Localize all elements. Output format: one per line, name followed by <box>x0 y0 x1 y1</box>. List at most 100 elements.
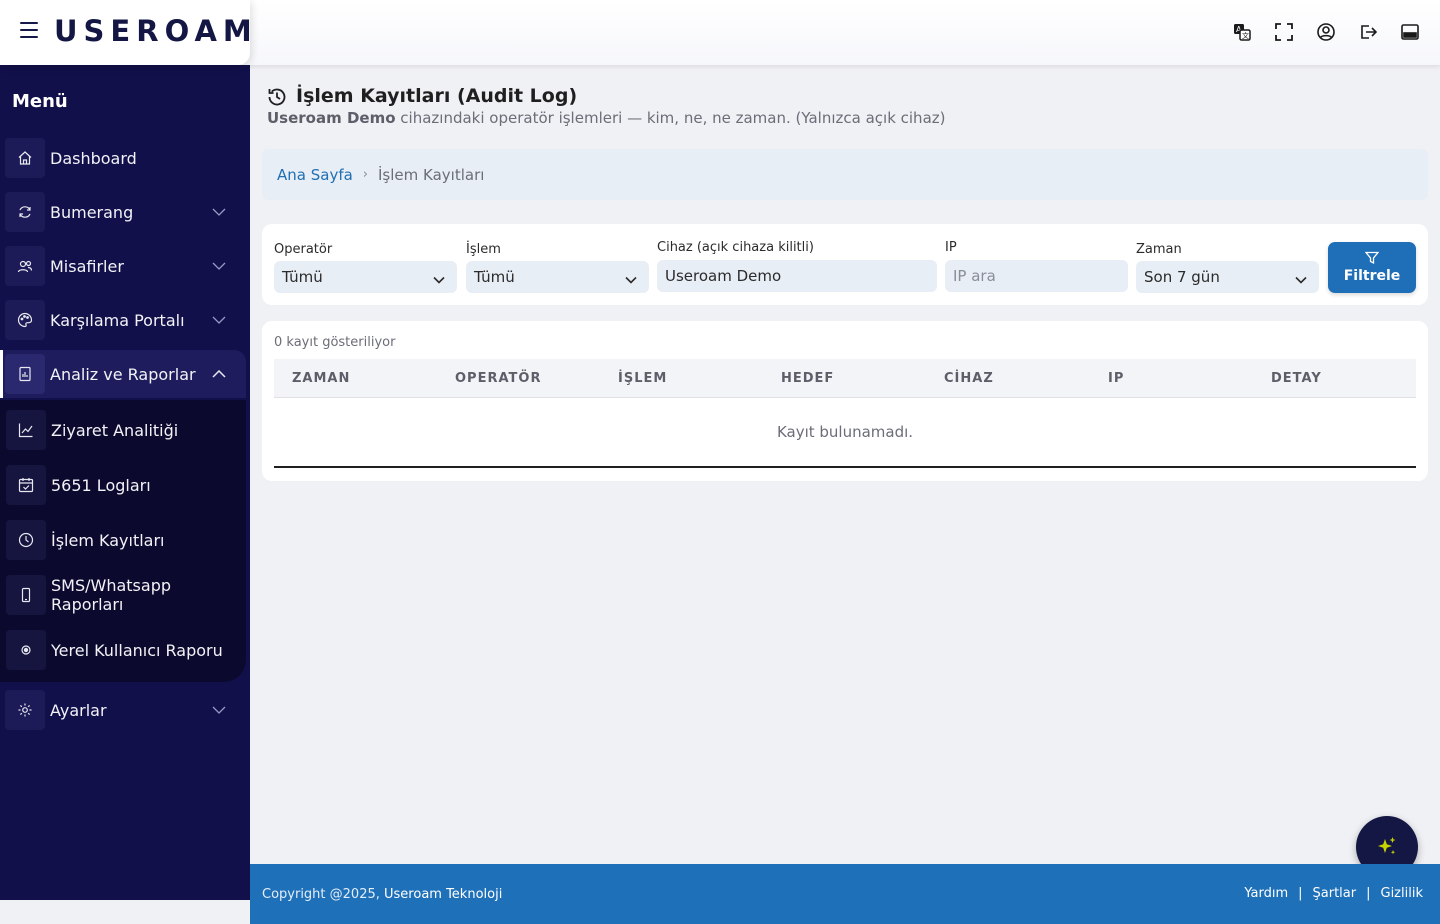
sidebar-item-analiz-ve-raporlar[interactable]: Analiz ve Raporlar <box>0 350 246 398</box>
ip-search-input[interactable] <box>953 267 1128 285</box>
company-link[interactable]: Useroam Teknoloji <box>384 887 502 902</box>
chevron-down-icon <box>433 270 445 288</box>
chevron-up-icon <box>212 367 226 381</box>
chevron-down-icon <box>212 703 226 717</box>
sparkles-icon <box>1378 837 1396 855</box>
sidebar-item-label: Analiz ve Raporlar <box>50 364 196 384</box>
sidebar-item-label: Bumerang <box>50 202 134 222</box>
breadcrumb: Ana Sayfa › İşlem Kayıtları <box>262 149 1428 200</box>
chevron-down-icon <box>212 205 226 219</box>
submenu-analiz-ve-raporlar: Ziyaret Analitiği 5651 Logları İşlem Kay… <box>0 400 246 682</box>
sidebar-item-ayarlar[interactable]: Ayarlar <box>0 686 250 734</box>
device-label: Cihaz (açık cihaza kilitli) <box>657 240 814 255</box>
footer-divider: | <box>1298 886 1303 901</box>
empty-state-row: Kayıt bulunamadı. <box>274 398 1416 468</box>
chevron-down-icon <box>212 313 226 327</box>
top-bar: USEROAM A文 <box>0 0 1440 65</box>
column-header-detay[interactable]: DETAY <box>1271 371 1322 386</box>
footer-copyright: Copyright @2025, Useroam Teknoloji <box>262 887 502 902</box>
action-label: İşlem <box>466 242 501 257</box>
translate-icon[interactable]: A文 <box>1232 22 1252 42</box>
subtitle-device-name: Useroam Demo <box>267 109 396 127</box>
submenu-item-label: 5651 Logları <box>51 475 151 495</box>
palette-icon <box>5 300 45 340</box>
submenu-item-label: SMS/Whatsapp Raporları <box>51 576 171 614</box>
footer-link-help[interactable]: Yardım <box>1244 886 1288 901</box>
breadcrumb-current: İşlem Kayıtları <box>378 165 485 184</box>
audit-log-table-card: 0 kayıt gösteriliyor ZAMAN OPERATÖR İŞLE… <box>262 321 1428 481</box>
breadcrumb-home-link[interactable]: Ana Sayfa <box>277 166 353 184</box>
device-field-value: Useroam Demo <box>665 267 782 285</box>
user-circle-icon[interactable] <box>1316 22 1336 42</box>
column-header-operator[interactable]: OPERATÖR <box>455 371 541 386</box>
users-icon <box>5 246 45 286</box>
record-count: 0 kayıt gösteriliyor <box>274 335 396 350</box>
top-icons: A文 <box>1232 22 1420 42</box>
footer-divider: | <box>1366 886 1371 901</box>
sidebar: Menü Dashboard Bumerang Misafirler Karşı… <box>0 65 250 900</box>
ip-search-box[interactable] <box>945 260 1128 292</box>
page-subtitle: Useroam Demo cihazındaki operatör işleml… <box>267 109 946 127</box>
filter-card: Operatör Tümü İşlem Tümü Cihaz (açık cih… <box>262 224 1428 305</box>
filter-button[interactable]: Filtrele <box>1328 242 1416 293</box>
footer-link-privacy[interactable]: Gizlilik <box>1381 886 1424 901</box>
time-select[interactable]: Son 7 gün <box>1136 261 1319 293</box>
submenu-item-sms-whatsapp-raporlari[interactable]: SMS/Whatsapp Raporları <box>0 570 246 620</box>
submenu-item-islem-kayitlari[interactable]: İşlem Kayıtları <box>0 515 246 565</box>
logout-icon[interactable] <box>1358 22 1378 42</box>
sidebar-item-dashboard[interactable]: Dashboard <box>0 134 250 182</box>
breadcrumb-separator-icon: › <box>362 167 368 182</box>
footer-link-terms[interactable]: Şartlar <box>1313 886 1357 901</box>
history-icon <box>266 86 288 108</box>
operator-label: Operatör <box>274 242 333 257</box>
column-header-islem[interactable]: İŞLEM <box>618 371 667 386</box>
logo[interactable]: USEROAM <box>54 14 258 48</box>
column-header-ip[interactable]: IP <box>1108 371 1124 386</box>
ip-label: IP <box>945 240 957 255</box>
submenu-item-yerel-kullanici-raporu[interactable]: Yerel Kullanıcı Raporu <box>0 625 246 675</box>
footer: Copyright @2025, Useroam Teknoloji Yardı… <box>250 864 1440 924</box>
sidebar-item-label: Dashboard <box>50 148 137 168</box>
submenu-item-label: İşlem Kayıtları <box>51 530 165 550</box>
sidebar-item-bumerang[interactable]: Bumerang <box>0 188 250 236</box>
submenu-item-ziyaret-analitigi[interactable]: Ziyaret Analitiği <box>0 405 246 455</box>
menu-title: Menü <box>12 91 68 112</box>
action-select[interactable]: Tümü <box>466 261 649 293</box>
phone-icon <box>6 575 46 615</box>
chevron-down-icon <box>1295 270 1307 288</box>
filter-button-label: Filtrele <box>1343 268 1401 284</box>
gear-icon <box>5 690 45 730</box>
brand-area: USEROAM <box>0 0 252 65</box>
refresh-icon <box>5 192 45 232</box>
chevron-down-icon <box>625 270 637 288</box>
action-select-value: Tümü <box>474 268 515 286</box>
submenu-item-label: Ziyaret Analitiği <box>51 420 179 440</box>
submenu-item-5651-loglari[interactable]: 5651 Logları <box>0 460 246 510</box>
fullscreen-icon[interactable] <box>1274 22 1294 42</box>
sidebar-item-karsilama-portali[interactable]: Karşılama Portalı <box>0 296 250 344</box>
time-label: Zaman <box>1136 242 1182 257</box>
footer-links: Yardım | Şartlar | Gizlilik <box>1244 886 1423 901</box>
calendar-check-icon <box>6 465 46 505</box>
operator-select-value: Tümü <box>282 268 323 286</box>
home-icon <box>5 138 45 178</box>
sidebar-item-label: Ayarlar <box>50 700 107 720</box>
svg-text:文: 文 <box>1242 31 1249 40</box>
device-field: Useroam Demo <box>657 260 937 292</box>
time-select-value: Son 7 gün <box>1144 268 1220 286</box>
chart-line-icon <box>6 410 46 450</box>
funnel-icon <box>1365 251 1379 265</box>
submenu-item-label: Yerel Kullanıcı Raporu <box>51 640 223 660</box>
sidebar-item-misafirler[interactable]: Misafirler <box>0 242 250 290</box>
column-header-zaman[interactable]: ZAMAN <box>292 371 350 386</box>
operator-select[interactable]: Tümü <box>274 261 457 293</box>
chevron-down-icon <box>212 259 226 273</box>
sidebar-item-label: Misafirler <box>50 256 124 276</box>
column-header-cihaz[interactable]: CİHAZ <box>944 371 994 386</box>
subtitle-text: cihazındaki operatör işlemleri — kim, ne… <box>395 109 946 127</box>
device-icon[interactable] <box>1400 22 1420 42</box>
dot-circle-icon <box>6 630 46 670</box>
column-header-hedef[interactable]: HEDEF <box>781 371 834 386</box>
hamburger-menu-icon[interactable] <box>20 22 38 38</box>
sidebar-item-label: Karşılama Portalı <box>50 310 185 330</box>
